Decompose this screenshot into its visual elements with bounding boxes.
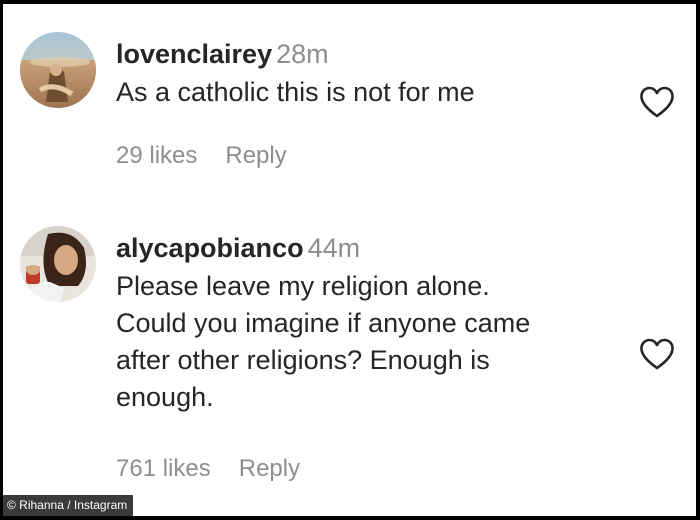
comment-time: 44m: [307, 233, 361, 263]
comment-text-line: Please leave my religion alone.: [116, 271, 490, 301]
avatar-photo: [20, 32, 96, 108]
avatar[interactable]: [20, 226, 96, 302]
avatar-photo: [20, 226, 96, 302]
comments-panel: lovenclairey 28m As a catholic this is no…: [3, 4, 696, 516]
comment-text-line: Could you imagine if anyone came: [116, 308, 531, 338]
reply-button[interactable]: Reply: [239, 455, 300, 482]
comment-username[interactable]: lovenclairey: [116, 39, 272, 69]
comment-time: 28m: [276, 39, 329, 69]
photo-credit: © Rihanna / Instagram: [3, 495, 134, 516]
comment-text: As a catholic this is not for me: [116, 74, 626, 111]
heart-outline-icon[interactable]: [639, 338, 675, 370]
heart-outline-icon[interactable]: [639, 86, 675, 118]
comment-header: alycapobianco 44m: [116, 230, 626, 266]
comment-body: lovenclairey 28m As a catholic this is no…: [116, 36, 626, 111]
likes-count[interactable]: 29 likes: [116, 142, 197, 169]
comment-body: alycapobianco 44m Please leave my religio…: [116, 230, 626, 416]
comment-meta: 29 likes Reply: [116, 142, 287, 170]
likes-count[interactable]: 761 likes: [116, 455, 211, 482]
comment-meta: 761 likes Reply: [116, 455, 300, 483]
comment-text-line: after other religions? Enough is: [116, 345, 490, 375]
reply-button[interactable]: Reply: [225, 142, 286, 169]
comment-text-line: As a catholic this is not for me: [116, 77, 475, 107]
avatar[interactable]: [20, 32, 96, 108]
comment-text: Please leave my religion alone. Could yo…: [116, 268, 626, 416]
comment-text-line: enough.: [116, 382, 214, 412]
comment-header: lovenclairey 28m: [116, 36, 626, 72]
comment-username[interactable]: alycapobianco: [116, 233, 304, 263]
